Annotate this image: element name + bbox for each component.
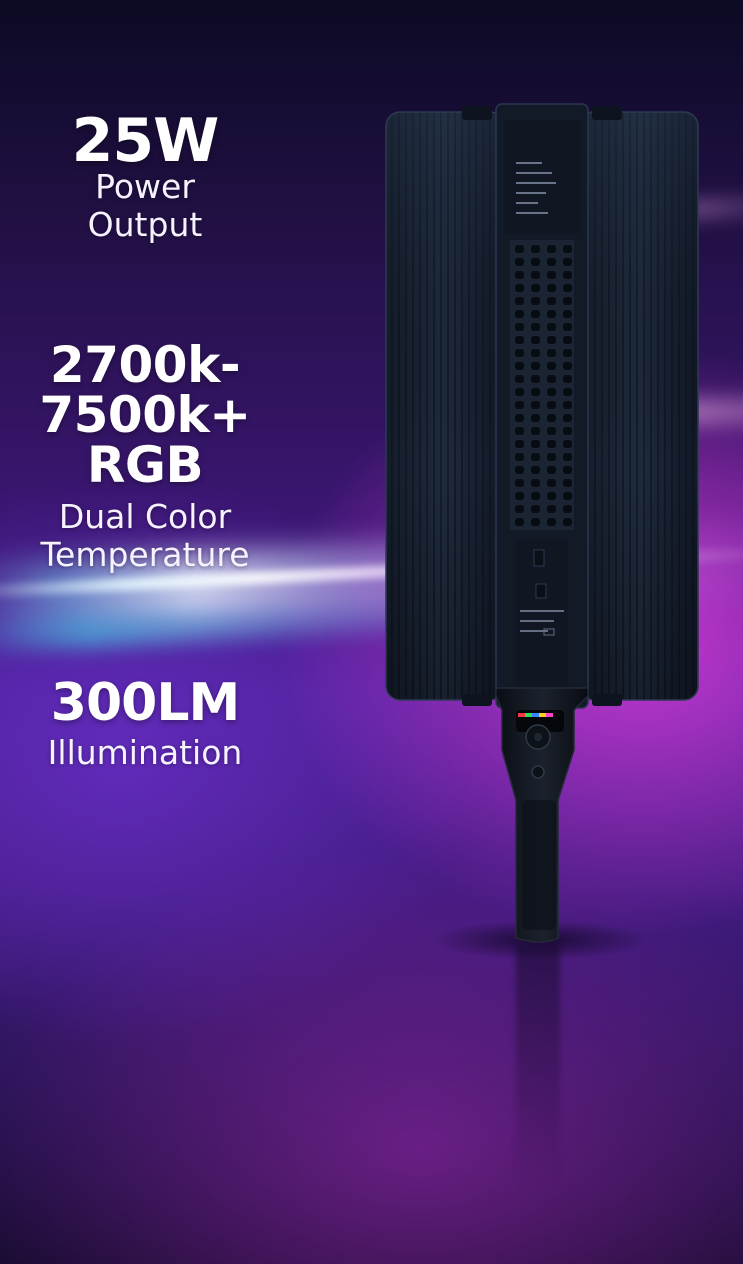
panel-left-wing xyxy=(385,111,505,701)
panel-center-spine xyxy=(495,103,589,709)
product-banner: 25W Power Output 2700k- 7500k+ RGB Dual … xyxy=(0,0,743,1264)
spec-power-label-line1: Power xyxy=(95,167,195,206)
panel-handle xyxy=(495,687,589,943)
product-reflection xyxy=(516,945,560,1185)
spec-power-label-line2: Output xyxy=(87,205,203,244)
led-panel-light-image xyxy=(385,103,699,943)
spec-power-value: 25W xyxy=(71,106,220,176)
spec-power: 25W Power Output xyxy=(0,106,290,244)
spec-color-value-line1: 2700k- xyxy=(49,336,241,394)
spec-color-label-line2: Temperature xyxy=(40,535,250,574)
panel-right-wing xyxy=(579,111,699,701)
spec-color-temperature: 2700k- 7500k+ RGB Dual Color Temperature xyxy=(0,340,290,574)
spec-color-value-line3: RGB xyxy=(86,436,204,494)
spec-illumination-label: Illumination xyxy=(47,733,243,772)
spec-color-value-line2: 7500k+ xyxy=(39,386,251,444)
spec-color-label-line1: Dual Color xyxy=(58,497,232,536)
spec-illumination: 300LM Illumination xyxy=(0,676,290,772)
spec-illumination-value: 300LM xyxy=(50,673,240,733)
